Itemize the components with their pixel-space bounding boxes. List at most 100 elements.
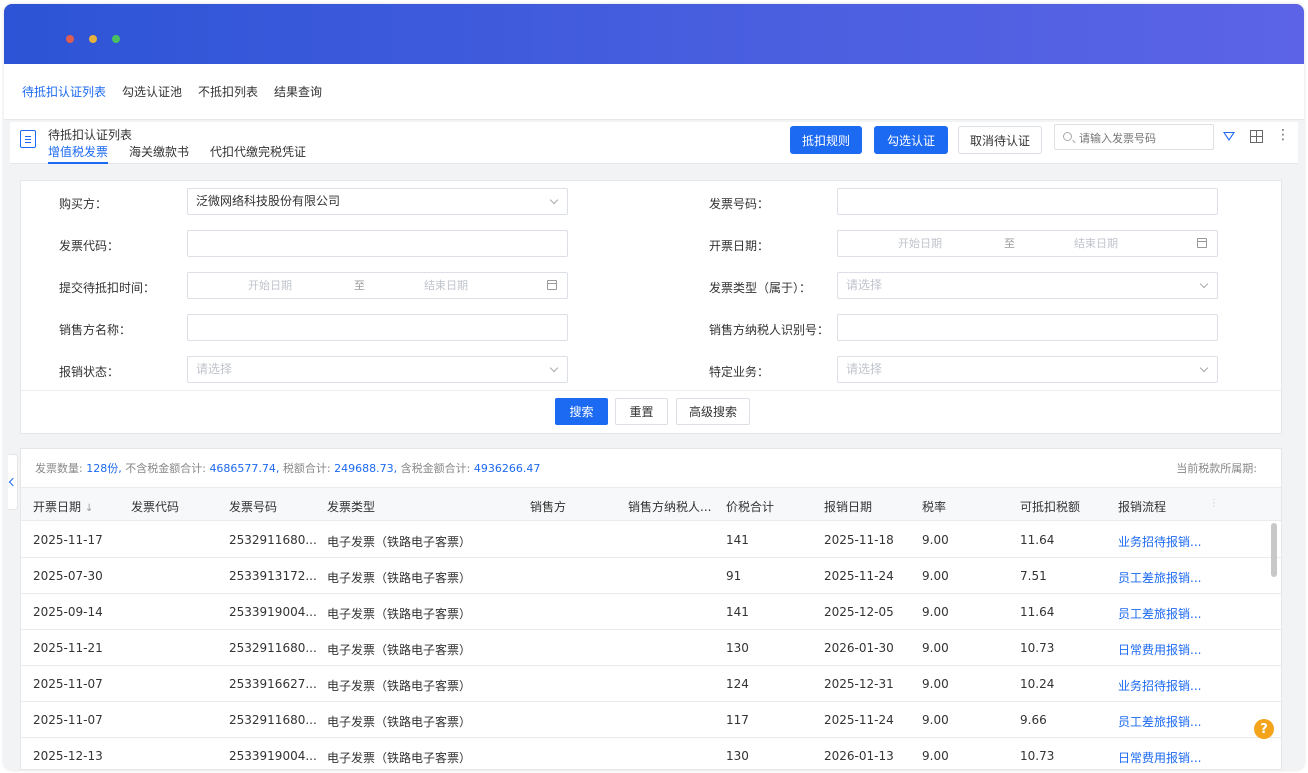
col-seller-tax-id[interactable]: 销售方纳税人... xyxy=(628,498,711,515)
table-cell: 2025-11-24 xyxy=(824,569,894,583)
table-cell: 2532911680... xyxy=(229,641,317,655)
table-cell: 2025-11-21 xyxy=(33,641,103,655)
table-cell: 9.00 xyxy=(922,569,949,583)
chevron-down-icon xyxy=(549,363,559,373)
select-certify-button[interactable]: 勾选认证 xyxy=(874,126,948,154)
app-body: 待抵扣认证列表 勾选认证池 不抵扣列表 结果查询 待抵扣认证列表 增值税发票 海… xyxy=(4,64,1304,770)
close-window-dot[interactable] xyxy=(66,35,74,43)
table-scrollbar[interactable] xyxy=(1271,523,1277,577)
table-cell: 9.66 xyxy=(1020,713,1047,727)
reimburse-flow-link[interactable]: 日常费用报销... xyxy=(1118,749,1201,766)
special-business-label: 特定业务： xyxy=(709,365,770,379)
table-cell: 10.73 xyxy=(1020,749,1055,763)
buyer-select[interactable]: 泛微网络科技股份有限公司 xyxy=(187,188,568,215)
title-bar xyxy=(4,4,1304,64)
search-icon xyxy=(1063,132,1072,141)
maximize-window-dot[interactable] xyxy=(112,35,120,43)
table-cell: 9.00 xyxy=(922,605,949,619)
table-row[interactable]: 2025-11-21 2532911680... 电子发票（铁路电子客票） 130 20… xyxy=(21,630,1281,666)
more-vertical-icon[interactable]: ⋮ xyxy=(1276,128,1290,142)
nav-selection-pool[interactable]: 勾选认证池 xyxy=(122,83,182,100)
tax-period-label: 当前税款所属期: xyxy=(1176,462,1257,475)
sidebar-collapse-handle[interactable] xyxy=(8,454,18,510)
col-total-with-tax[interactable]: 价税合计 xyxy=(726,498,774,515)
tab-vat-invoice[interactable]: 增值税发票 xyxy=(48,143,109,164)
col-seller[interactable]: 销售方 xyxy=(530,498,566,515)
nav-result-query[interactable]: 结果查询 xyxy=(274,83,322,100)
table-cell: 2025-07-30 xyxy=(33,569,103,583)
reimburse-flow-link[interactable]: 员工差旅报销... xyxy=(1118,605,1201,622)
col-deductible-tax[interactable]: 可抵扣税额 xyxy=(1020,498,1080,515)
table-row[interactable]: 2025-11-17 2532911680... 电子发票（铁路电子客票） 141 20… xyxy=(21,522,1281,558)
reimburse-status-select[interactable]: 请选择 xyxy=(187,356,568,383)
column-settings-icon[interactable] xyxy=(1250,130,1263,143)
tab-withholding-voucher[interactable]: 代扣代缴完税凭证 xyxy=(210,143,306,164)
table-cell: 9.00 xyxy=(922,641,949,655)
minimize-window-dot[interactable] xyxy=(89,35,97,43)
col-reimburse-date[interactable]: 报销日期 xyxy=(824,498,872,515)
submit-time-range[interactable]: 开始日期 至 结束日期 xyxy=(187,272,568,299)
table-row[interactable]: 2025-11-07 2533916627... 电子发票（铁路电子客票） 124 20… xyxy=(21,666,1281,702)
help-button[interactable]: ? xyxy=(1254,719,1274,739)
table-header: 开票日期 发票代码 发票号码 发票类型 销售方 销售方纳税人... 价税合计 报… xyxy=(21,487,1281,521)
tab-customs-payment[interactable]: 海关缴款书 xyxy=(129,143,189,164)
table-cell: 91 xyxy=(726,569,742,583)
invoice-code-label: 发票代码： xyxy=(59,239,120,253)
table-row[interactable]: 2025-12-13 2533919004... 电子发票（铁路电子客票） 130 20… xyxy=(21,738,1281,769)
invoice-type-label: 发票类型（属于）： xyxy=(709,281,812,295)
table-cell: 10.24 xyxy=(1020,677,1055,691)
filter-icon[interactable] xyxy=(1223,132,1235,141)
advanced-search-button[interactable]: 高级搜索 xyxy=(676,398,750,425)
table-cell: 2025-11-07 xyxy=(33,677,103,691)
reimburse-flow-link[interactable]: 业务招待报销... xyxy=(1118,677,1201,694)
invoice-no-input[interactable] xyxy=(837,188,1218,215)
panel-header: 待抵扣认证列表 增值税发票 海关缴款书 代扣代缴完税凭证 抵扣规则 勾选认证 取… xyxy=(10,122,1298,164)
reimburse-flow-link[interactable]: 业务招待报销... xyxy=(1118,533,1201,550)
col-reimburse-flow[interactable]: 报销流程 xyxy=(1118,498,1166,515)
summary-bar: 发票数量: 128份, 不含税金额合计: 4686577.74, 税额合计: 2… xyxy=(35,462,541,475)
document-icon xyxy=(20,130,36,148)
issue-date-range[interactable]: 开始日期 至 结束日期 xyxy=(837,230,1218,257)
table-cell: 电子发票（铁路电子客票） xyxy=(327,679,472,693)
search-input[interactable] xyxy=(1079,129,1199,147)
reimburse-status-label: 报销状态： xyxy=(59,365,120,379)
reimburse-flow-link[interactable]: 员工差旅报销... xyxy=(1118,569,1201,586)
table-cell: 11.64 xyxy=(1020,533,1055,547)
deduction-rules-button[interactable]: 抵扣规则 xyxy=(790,126,862,154)
column-resize-handle[interactable]: ⋮ xyxy=(1209,498,1219,509)
seller-name-label: 销售方名称： xyxy=(59,323,132,337)
reset-button[interactable]: 重置 xyxy=(615,398,668,425)
seller-name-input[interactable] xyxy=(187,314,568,341)
reimburse-flow-link[interactable]: 员工差旅报销... xyxy=(1118,713,1201,730)
table-row[interactable]: 2025-09-14 2533919004... 电子发票（铁路电子客票） 141 20… xyxy=(21,594,1281,630)
table-row[interactable]: 2025-07-30 2533913172... 电子发票（铁路电子客票） 91 202… xyxy=(21,558,1281,594)
col-invoice-code[interactable]: 发票代码 xyxy=(131,498,179,515)
subtabs: 增值税发票 海关缴款书 代扣代缴完税凭证 xyxy=(48,143,306,164)
table-cell: 130 xyxy=(726,641,749,655)
table-cell: 7.51 xyxy=(1020,569,1047,583)
cancel-pending-button[interactable]: 取消待认证 xyxy=(958,126,1042,154)
col-tax-rate[interactable]: 税率 xyxy=(922,498,946,515)
top-nav: 待抵扣认证列表 勾选认证池 不抵扣列表 结果查询 xyxy=(4,64,1304,120)
table-row[interactable]: 2025-11-07 2532911680... 电子发票（铁路电子客票） 117 20… xyxy=(21,702,1281,738)
table-cell: 141 xyxy=(726,533,749,547)
invoice-type-select[interactable]: 请选择 xyxy=(837,272,1218,299)
seller-tax-id-input[interactable] xyxy=(837,314,1218,341)
table-cell: 电子发票（铁路电子客票） xyxy=(327,751,472,765)
table-cell: 2025-11-18 xyxy=(824,533,894,547)
table-cell: 2533913172... xyxy=(229,569,317,583)
col-issue-date[interactable]: 开票日期 xyxy=(33,498,93,515)
table-cell: 141 xyxy=(726,605,749,619)
special-business-select[interactable]: 请选择 xyxy=(837,356,1218,383)
nav-pending-list[interactable]: 待抵扣认证列表 xyxy=(22,83,106,100)
table-cell: 2025-12-13 xyxy=(33,749,103,763)
col-invoice-no[interactable]: 发票号码 xyxy=(229,498,277,515)
table-cell: 2533916627... xyxy=(229,677,317,691)
nav-non-deductible[interactable]: 不抵扣列表 xyxy=(198,83,258,100)
invoice-code-input[interactable] xyxy=(187,230,568,257)
table-cell: 2026-01-30 xyxy=(824,641,894,655)
col-invoice-type[interactable]: 发票类型 xyxy=(327,498,375,515)
table-cell: 2532911680... xyxy=(229,713,317,727)
reimburse-flow-link[interactable]: 日常费用报销... xyxy=(1118,641,1201,658)
search-button[interactable]: 搜索 xyxy=(555,398,608,425)
